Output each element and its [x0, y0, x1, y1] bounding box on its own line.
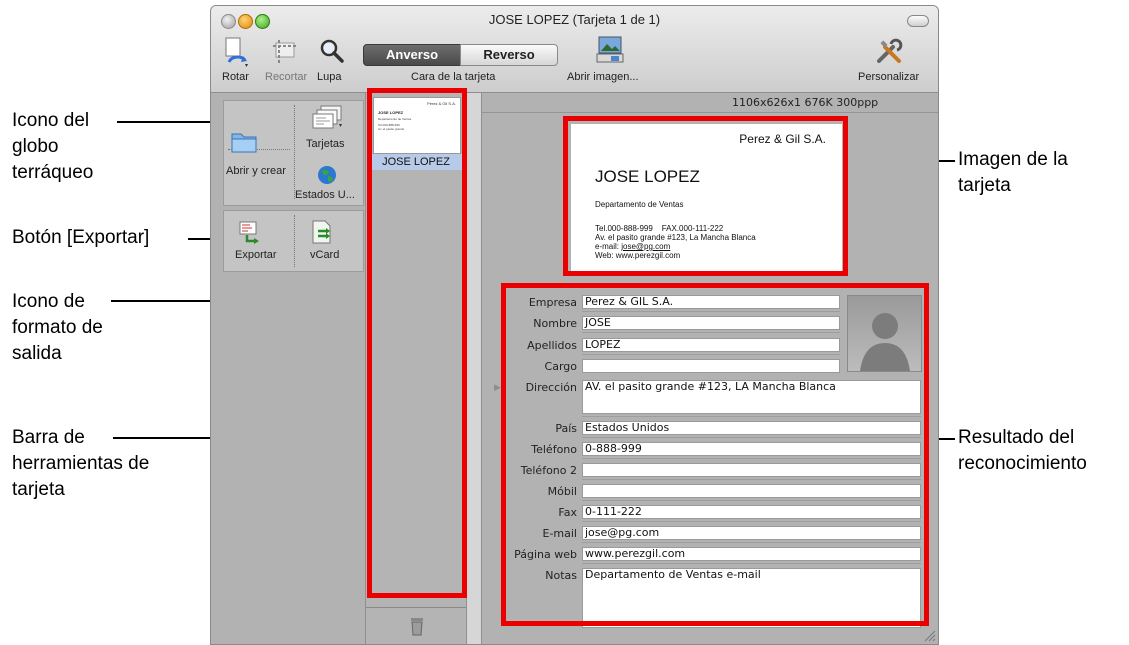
callout-globe-icon: Icono del globo terráqueo — [12, 110, 94, 183]
toolbar-toggle-button[interactable] — [907, 15, 929, 27]
zoom-button[interactable] — [319, 38, 345, 64]
crop-icon — [273, 40, 297, 64]
titlebar: JOSE LOPEZ (Tarjeta 1 de 1) Rotar Recort… — [211, 6, 938, 93]
divider — [294, 215, 295, 267]
card-toolbar-highlight — [367, 88, 467, 598]
export-label: Exportar — [235, 249, 277, 261]
vcard-format-button[interactable] — [309, 219, 335, 245]
callout-export-button: Botón [Exportar] — [12, 227, 150, 248]
country-label: Estados U... — [295, 189, 355, 201]
magnifier-icon — [320, 39, 344, 63]
window-title: JOSE LOPEZ (Tarjeta 1 de 1) — [488, 12, 661, 27]
callout-card-image: Imagen de la tarjeta — [958, 149, 1068, 196]
callout-output-format: Icono de formato de salida — [12, 291, 103, 364]
recognition-result-highlight — [501, 283, 929, 626]
folder-icon — [231, 133, 257, 153]
rotate-label: Rotar — [222, 71, 249, 83]
crop-button[interactable] — [271, 38, 299, 66]
image-info: 1106x626x1 676K 300ppp — [732, 96, 879, 109]
open-image-icon — [596, 36, 624, 63]
customize-label: Personalizar — [858, 71, 920, 83]
rotate-icon — [225, 37, 248, 67]
vcard-label: vCard — [310, 249, 340, 261]
cards-stack-icon — [312, 105, 342, 129]
export-button[interactable] — [237, 219, 263, 245]
divider — [294, 105, 295, 199]
export-icon — [239, 221, 259, 244]
cards-label: Tarjetas — [306, 138, 345, 150]
resize-grip-icon — [924, 630, 936, 642]
resize-grip[interactable] — [922, 628, 936, 642]
callout-recognition: Resultado del reconocimiento — [958, 427, 1087, 474]
globe-icon — [318, 166, 336, 184]
open-image-label: Abrir imagen... — [567, 71, 639, 83]
globe-button[interactable] — [317, 165, 337, 185]
trash-icon — [411, 618, 423, 636]
rotate-button[interactable] — [223, 36, 251, 68]
card-image-highlight — [563, 116, 848, 276]
vcard-icon — [312, 220, 331, 244]
open-image-button[interactable] — [595, 34, 627, 66]
crop-label: Recortar — [265, 71, 308, 83]
front-side-tab[interactable]: Anverso — [363, 44, 461, 66]
trash-button[interactable] — [409, 616, 425, 636]
divider — [366, 607, 466, 608]
cards-button[interactable] — [311, 104, 345, 132]
tools-icon — [877, 38, 903, 63]
card-side-label: Cara de la tarjeta — [411, 71, 496, 83]
back-side-tab[interactable]: Reverso — [460, 44, 558, 66]
zoom-label: Lupa — [317, 71, 342, 83]
open-create-label: Abrir y crear — [226, 165, 286, 177]
customize-button[interactable] — [875, 36, 905, 66]
open-create-button[interactable] — [229, 125, 259, 155]
sidebar: Abrir y crear Tarjetas Estados U... Expo… — [211, 93, 366, 644]
